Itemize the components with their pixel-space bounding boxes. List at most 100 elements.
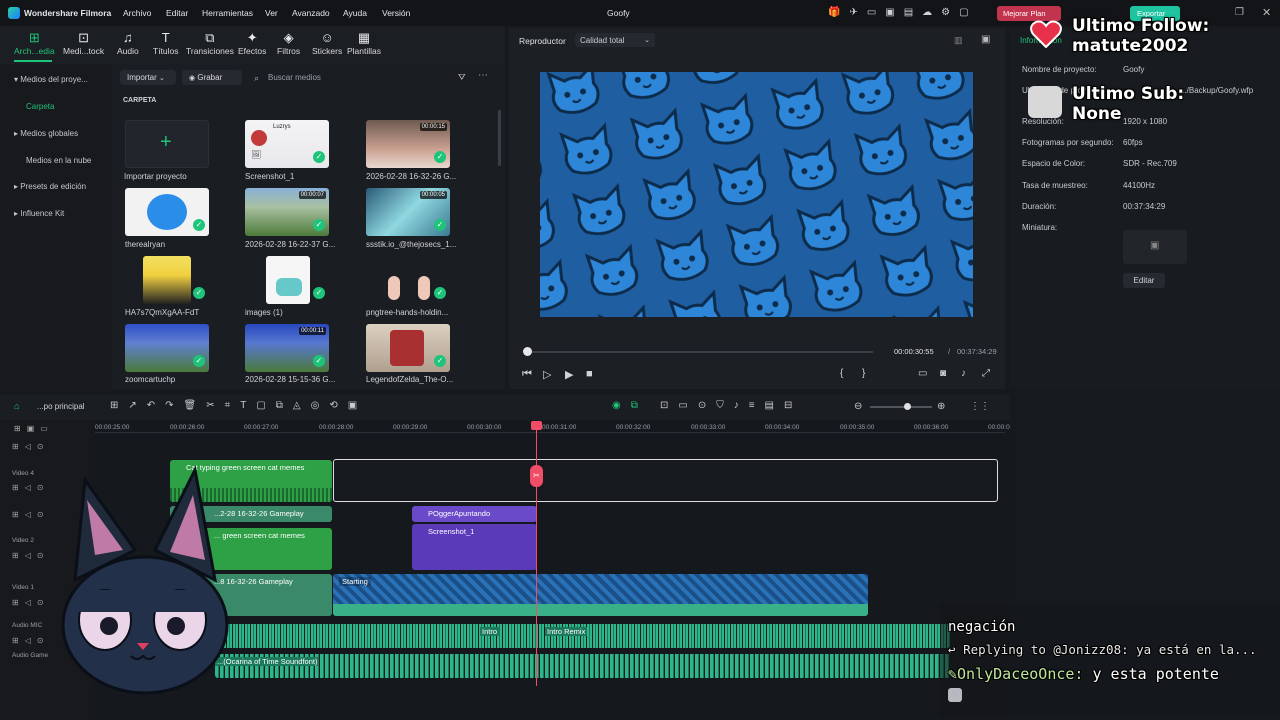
- edit-button[interactable]: Editar: [1123, 273, 1165, 288]
- camera-icon[interactable]: ◙: [940, 368, 946, 379]
- track-controls-icons[interactable]: ⊞◁⊙: [12, 598, 50, 607]
- check-icon: ✓: [434, 151, 446, 163]
- track-controls-icons[interactable]: ⊞◁⊙: [12, 442, 50, 451]
- zoom-in-icon[interactable]: ⊕: [937, 401, 945, 412]
- track-label-audio-game: Audio Game: [12, 652, 49, 659]
- tab-efectos[interactable]: ✦ Efectos: [238, 30, 266, 56]
- folder-icon: ⊞: [28, 30, 40, 45]
- clip-selected-empty[interactable]: [333, 459, 998, 502]
- ai-tools-icons[interactable]: ◉⧉: [612, 400, 648, 411]
- media-scrollbar[interactable]: [498, 110, 501, 166]
- app-name: Wondershare Filmora: [24, 8, 112, 18]
- upgrade-button[interactable]: Mejorar Plan: [997, 6, 1061, 21]
- media-thumb-ha7s7[interactable]: [143, 256, 191, 304]
- search-input[interactable]: Buscar medios: [268, 73, 321, 82]
- clip-starting[interactable]: Starting: [333, 574, 868, 616]
- tab-label: Transiciones: [186, 46, 234, 56]
- track-controls-icons[interactable]: ⊞◁⊙: [12, 483, 50, 492]
- track-label-audio-mic: Audio MIC: [12, 622, 43, 629]
- sequence-dropdown[interactable]: ...po principal: [37, 402, 85, 411]
- menu-ver[interactable]: Ver: [265, 0, 278, 26]
- track-controls-icons[interactable]: ⊞◁⊙: [12, 510, 50, 519]
- sidebar-item-presets[interactable]: ▸ Presets de edición: [14, 182, 86, 191]
- clip-audio-mic[interactable]: Intro Intro Remix: [215, 624, 950, 648]
- track-controls-icons[interactable]: ⊞◁⊙: [12, 551, 50, 560]
- media-label: therealryan: [125, 240, 166, 249]
- menu-ayuda[interactable]: Ayuda: [343, 0, 367, 26]
- import-dropdown[interactable]: Importar ⌄: [120, 70, 176, 85]
- menu-archivo[interactable]: Archivo: [123, 0, 151, 26]
- character-shape: [276, 278, 302, 296]
- tab-audio[interactable]: ♫ Audio: [117, 30, 139, 56]
- playhead[interactable]: [536, 424, 537, 686]
- sidebar-item-medios-proyecto[interactable]: ▾ Medios del proye...: [14, 75, 88, 84]
- titlebar-icons[interactable]: 🎁✈▭▣▤☁⚙▢: [828, 7, 978, 18]
- menu-editar[interactable]: Editar: [166, 0, 188, 26]
- clip-audio-game[interactable]: ...(Ocarina of Time Soundfont): [215, 654, 950, 678]
- media-thumb-images[interactable]: [266, 256, 310, 304]
- ruler-tick: 00:00:36:00: [914, 424, 949, 431]
- more-icon[interactable]: ⋯: [478, 70, 488, 81]
- tab-filtros[interactable]: ◈ Filtros: [277, 30, 300, 56]
- record-dropdown[interactable]: ◉ Grabar: [182, 70, 242, 85]
- track-label-video1: Video 1: [12, 584, 34, 591]
- track-options-icons[interactable]: ⊞▣▭: [14, 424, 54, 433]
- playback-scrubber[interactable]: [523, 347, 532, 356]
- sub-avatar-icon: [1028, 86, 1062, 118]
- restore-icon[interactable]: ❐: [1235, 7, 1244, 18]
- close-icon[interactable]: ✕: [1262, 6, 1271, 19]
- cartridge-shape: [390, 330, 424, 366]
- zoom-slider[interactable]: [870, 406, 932, 408]
- layout-icon[interactable]: ⋮⋮: [970, 401, 990, 412]
- menu-herramientas[interactable]: Herramientas: [202, 0, 253, 26]
- menu-version[interactable]: Versión: [382, 0, 410, 26]
- filter-icon[interactable]: ⛛: [458, 72, 466, 83]
- sidebar-item-influence-kit[interactable]: ▸ Influence Kit: [14, 209, 64, 218]
- mark-in-icon[interactable]: {: [840, 368, 843, 379]
- step-back-icon[interactable]: ⏮: [522, 368, 532, 381]
- import-project-tile[interactable]: +: [125, 120, 209, 168]
- tab-transiciones[interactable]: ⧉ Transiciones: [186, 30, 234, 56]
- last-sub-title: Ultimo Sub:: [1072, 84, 1185, 104]
- thumbnail-preview[interactable]: ▣: [1123, 230, 1187, 264]
- ruler-tick: 00:00:28:00: [319, 424, 354, 431]
- volume-icon[interactable]: ♪: [961, 368, 966, 379]
- play-icon[interactable]: ▶: [565, 368, 573, 381]
- playhead-handle[interactable]: [531, 421, 542, 430]
- media-label: HA7s7QmXgAA-FdT: [125, 308, 200, 317]
- zoom-handle[interactable]: [904, 403, 911, 410]
- fullscreen-icon[interactable]: ⤢: [982, 368, 990, 379]
- prop-label: Tasa de muestreo:: [1022, 181, 1088, 190]
- tab-titulos[interactable]: T Títulos: [153, 30, 179, 56]
- stop-icon[interactable]: ■: [586, 368, 593, 380]
- reply-icon: ↩: [948, 642, 956, 657]
- tab-plantillas[interactable]: ▦ Plantillas: [347, 30, 381, 56]
- sidebar-item-carpeta[interactable]: Carpeta: [26, 102, 54, 111]
- clip-pogger[interactable]: POggerApuntando: [412, 506, 537, 522]
- menu-avanzado[interactable]: Avanzado: [292, 0, 330, 26]
- grid-icon[interactable]: ▥: [954, 35, 963, 46]
- quality-label: Calidad total: [580, 36, 625, 45]
- scissors-icon[interactable]: ✂: [530, 465, 543, 487]
- edit-tools-icons[interactable]: ⊞↗↶↷🗑✂⌗T▢⧉◬◎⟲▣: [110, 400, 367, 411]
- player-tab[interactable]: Reproductor: [519, 36, 566, 46]
- frame-play-icon[interactable]: ▷: [543, 368, 551, 381]
- clip-screenshot[interactable]: Screenshot_1: [412, 524, 537, 570]
- track-controls-icons[interactable]: ⊞◁⊙: [12, 636, 50, 645]
- zoom-out-icon[interactable]: ⊖: [854, 401, 862, 412]
- timeline-tools-icons[interactable]: ⊡▭⊙⛉♪≡▤⊟: [660, 400, 802, 411]
- tab-stickers[interactable]: ☺ Stickers: [312, 30, 342, 56]
- video-preview[interactable]: [540, 72, 973, 317]
- snapshot-icon[interactable]: ▣: [981, 34, 990, 45]
- heart-icon: [1030, 20, 1062, 49]
- display-icon[interactable]: ▭: [918, 368, 927, 379]
- playback-progress-track[interactable]: [527, 351, 873, 353]
- tab-archivo-media[interactable]: ⊞ Arch...edia: [14, 30, 55, 56]
- quality-dropdown[interactable]: Calidad total ⌄: [575, 33, 655, 47]
- home-icon[interactable]: ⌂: [14, 401, 19, 411]
- clip-pattern: [333, 574, 868, 604]
- tab-media-stock[interactable]: ⊡ Medi...tock: [63, 30, 104, 56]
- sidebar-item-medios-globales[interactable]: ▸ Medios globales: [14, 129, 78, 138]
- sidebar-item-medios-nube[interactable]: Medios en la nube: [26, 156, 91, 165]
- mark-out-icon[interactable]: }: [862, 368, 865, 379]
